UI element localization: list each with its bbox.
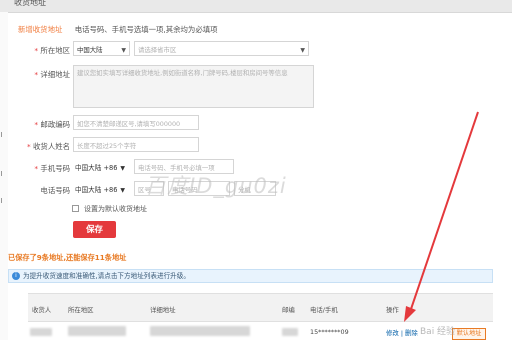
red-arrow-annotation	[404, 111, 479, 322]
brand-watermark: Bai 经验	[420, 327, 456, 337]
